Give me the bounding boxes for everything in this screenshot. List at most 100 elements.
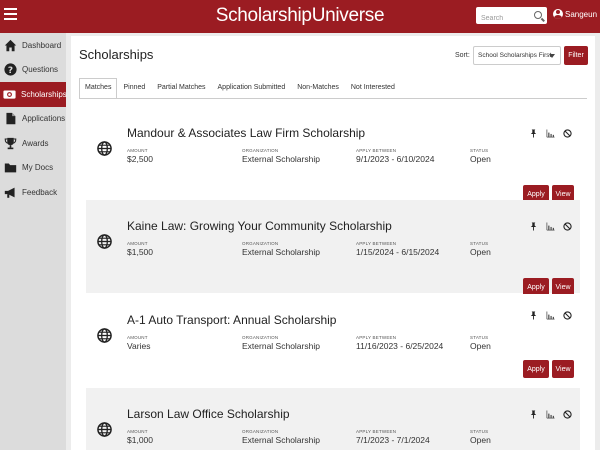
top-bar: ScholarshipUniverse Sangeun <box>0 0 600 33</box>
status-label: STATUS <box>470 148 489 153</box>
amount-field: AMOUNT Varies <box>127 335 150 351</box>
amount-value: $1,000 <box>127 435 153 445</box>
megaphone-icon <box>3 185 17 199</box>
organization-value: External Scholarship <box>242 341 320 351</box>
sidebar-item-applications[interactable]: Applications <box>0 107 66 132</box>
not-interested-icon[interactable] <box>563 129 572 138</box>
tab-not-interested[interactable]: Not Interested <box>345 78 401 98</box>
sidebar: Dashboard ? Questions Scholarships Appli… <box>0 33 67 450</box>
svg-text:?: ? <box>7 66 12 76</box>
amount-value: Varies <box>127 341 151 351</box>
search-icon[interactable] <box>534 11 542 19</box>
sort-label: Sort: <box>455 52 470 59</box>
sidebar-item-label: Feedback <box>22 187 58 197</box>
sidebar-item-label: Awards <box>22 138 49 148</box>
tab-partial-matches[interactable]: Partial Matches <box>151 78 211 98</box>
pin-icon[interactable] <box>529 129 538 138</box>
sidebar-item-label: My Docs <box>22 163 54 173</box>
organization-label: ORGANIZATION <box>242 241 279 246</box>
organization-field: ORGANIZATION External Scholarship <box>242 241 320 257</box>
apply-between-label: APPLY BETWEEN <box>356 241 397 246</box>
apply-between-field: APPLY BETWEEN 11/16/2023 - 6/25/2024 <box>356 335 443 351</box>
question-icon: ? <box>3 63 17 77</box>
sort-dropdown[interactable]: School Scholarships First <box>473 46 561 65</box>
pin-icon[interactable] <box>529 410 538 419</box>
tab-matches[interactable]: Matches <box>79 78 118 98</box>
apply-between-field: APPLY BETWEEN 1/15/2024 - 6/15/2024 <box>356 241 439 257</box>
bar-chart-icon[interactable] <box>546 410 555 419</box>
pin-icon[interactable] <box>529 222 538 231</box>
organization-field: ORGANIZATION External Scholarship <box>242 335 320 351</box>
status-field: STATUS Open <box>470 148 491 164</box>
apply-button[interactable]: Apply <box>523 360 549 378</box>
sidebar-item-feedback[interactable]: Feedback <box>0 180 66 205</box>
status-value: Open <box>470 154 491 164</box>
search-box[interactable] <box>476 7 547 27</box>
organization-field: ORGANIZATION External Scholarship <box>242 148 320 164</box>
bar-chart-icon[interactable] <box>546 311 555 320</box>
page-title: Scholarships <box>79 47 154 62</box>
sidebar-item-my-docs[interactable]: My Docs <box>0 156 66 181</box>
sidebar-item-label: Scholarships <box>21 89 67 99</box>
money-icon <box>3 87 16 101</box>
apply-between-value: 1/15/2024 - 6/15/2024 <box>356 247 440 257</box>
document-icon <box>3 112 17 126</box>
amount-label: AMOUNT <box>127 148 148 153</box>
not-interested-icon[interactable] <box>563 311 572 320</box>
tab-application-submitted[interactable]: Application Submitted <box>212 78 292 98</box>
trophy-icon <box>3 136 17 150</box>
scholarship-title[interactable]: Kaine Law: Growing Your Community Schola… <box>127 219 392 233</box>
amount-field: AMOUNT $1,000 <box>127 429 153 445</box>
user-name: Sangeun <box>565 9 598 19</box>
home-icon <box>3 38 17 52</box>
organization-field: ORGANIZATION External Scholarship <box>242 429 320 445</box>
status-field: STATUS Open <box>470 335 491 351</box>
sidebar-item-questions[interactable]: ? Questions <box>0 58 66 83</box>
scholarship-card: Mandour & Associates Law Firm Scholarshi… <box>86 107 580 203</box>
status-label: STATUS <box>470 335 489 340</box>
not-interested-icon[interactable] <box>563 222 572 231</box>
amount-field: AMOUNT $2,500 <box>127 148 153 164</box>
amount-label: AMOUNT <box>127 429 148 434</box>
apply-between-field: APPLY BETWEEN 9/1/2023 - 6/10/2024 <box>356 148 434 164</box>
globe-icon <box>97 422 112 437</box>
apply-between-value: 9/1/2023 - 6/10/2024 <box>356 154 435 164</box>
status-field: STATUS Open <box>470 429 491 445</box>
organization-label: ORGANIZATION <box>242 429 279 434</box>
bar-chart-icon[interactable] <box>546 222 555 231</box>
tab-non-matches[interactable]: Non-Matches <box>291 78 345 98</box>
apply-between-label: APPLY BETWEEN <box>356 335 397 340</box>
tab-pinned[interactable]: Pinned <box>117 78 151 98</box>
sidebar-item-dashboard[interactable]: Dashboard <box>0 33 66 58</box>
scholarship-title[interactable]: A-1 Auto Transport: Annual Scholarship <box>127 313 336 327</box>
amount-value: $2,500 <box>127 154 153 164</box>
sidebar-item-awards[interactable]: Awards <box>0 131 66 156</box>
tabs-divider <box>79 98 587 99</box>
status-label: STATUS <box>470 429 489 434</box>
folder-icon <box>3 161 17 175</box>
amount-field: AMOUNT $1,500 <box>127 241 153 257</box>
scholarship-card: Kaine Law: Growing Your Community Schola… <box>86 200 580 296</box>
sidebar-item-label: Applications <box>22 114 66 124</box>
globe-icon <box>97 328 112 343</box>
not-interested-icon[interactable] <box>563 410 572 419</box>
scholarship-title[interactable]: Mandour & Associates Law Firm Scholarshi… <box>127 126 365 140</box>
tab-bar: Matches Pinned Partial Matches Applicati… <box>79 78 401 98</box>
pin-icon[interactable] <box>529 311 538 320</box>
amount-label: AMOUNT <box>127 335 148 340</box>
status-field: STATUS Open <box>470 241 491 257</box>
view-button[interactable]: View <box>552 360 574 378</box>
filter-button[interactable]: Filter <box>564 46 588 65</box>
scholarship-card: A-1 Auto Transport: Annual Scholarship A… <box>86 294 580 387</box>
amount-label: AMOUNT <box>127 241 148 246</box>
scholarship-title[interactable]: Larson Law Office Scholarship <box>127 407 290 421</box>
globe-icon <box>97 234 112 249</box>
user-menu[interactable]: Sangeun <box>553 9 597 19</box>
status-label: STATUS <box>470 241 489 246</box>
sidebar-item-label: Questions <box>22 65 59 75</box>
avatar-icon <box>553 9 563 19</box>
status-value: Open <box>470 435 491 445</box>
apply-between-label: APPLY BETWEEN <box>356 148 397 153</box>
bar-chart-icon[interactable] <box>546 129 555 138</box>
sidebar-item-scholarships[interactable]: Scholarships <box>0 82 67 107</box>
